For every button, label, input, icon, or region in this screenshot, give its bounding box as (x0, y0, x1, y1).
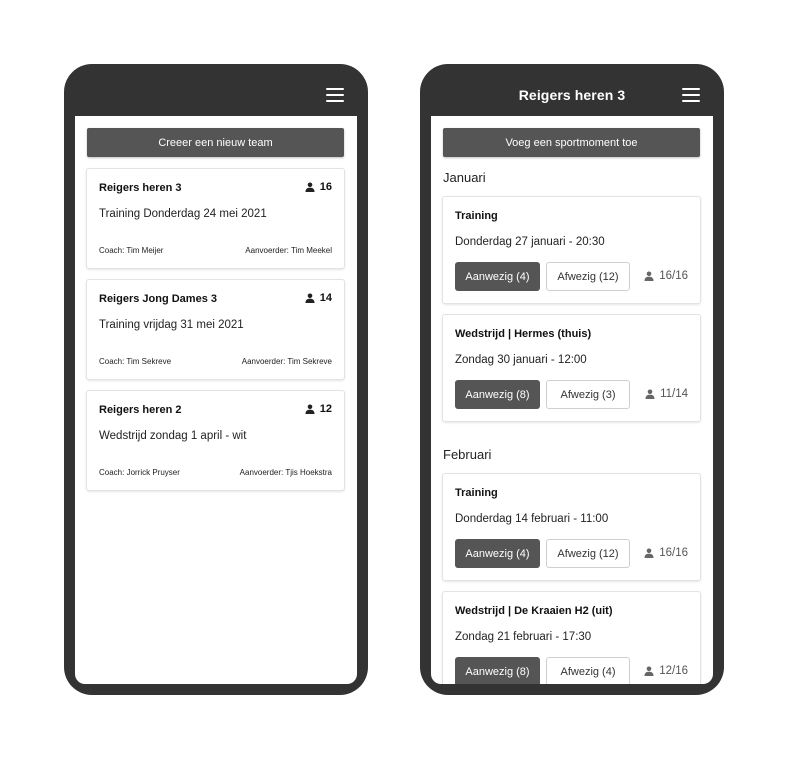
hamburger-menu-icon[interactable] (682, 88, 700, 102)
present-button[interactable]: Aanwezig (4) (455, 539, 540, 568)
create-team-button[interactable]: Creeer een nieuw team (87, 128, 344, 157)
team-name: Reigers heren 3 (99, 182, 182, 194)
attendance-value: 16/16 (659, 270, 688, 282)
event-card[interactable]: Wedstrijd | Hermes (thuis) Zondag 30 jan… (443, 315, 700, 421)
member-count-value: 12 (319, 403, 332, 415)
page-title: Reigers heren 3 (518, 87, 626, 103)
attendance-count: 12/16 (644, 665, 688, 677)
captain-label: Aanvoerder: Tjis Hoekstra (239, 468, 332, 477)
attendance-count: 16/16 (644, 270, 688, 282)
person-icon (645, 389, 655, 399)
phone-frame-right: Reigers heren 3 Voeg een sportmoment toe… (420, 64, 724, 695)
absent-button[interactable]: Afwezig (12) (546, 539, 630, 568)
event-card[interactable]: Training Donderdag 27 januari - 20:30 Aa… (443, 197, 700, 303)
next-event: Wedstrijd zondag 1 april - wit (99, 430, 247, 442)
next-event: Training vrijdag 31 mei 2021 (99, 319, 244, 331)
member-count: 14 (305, 292, 332, 304)
attendance-count: 16/16 (644, 547, 688, 559)
event-date: Zondag 21 februari - 17:30 (455, 631, 592, 643)
member-count: 12 (305, 403, 332, 415)
member-count: 16 (305, 181, 332, 193)
team-card[interactable]: Reigers Jong Dames 3 14 Training vrijdag… (87, 280, 344, 379)
member-count-value: 16 (319, 181, 332, 193)
app-header: Reigers heren 3 (420, 64, 724, 116)
coach-label: Coach: Tim Meijer (99, 246, 164, 255)
event-title: Training (455, 210, 498, 222)
event-date: Donderdag 27 januari - 20:30 (455, 236, 605, 248)
team-card[interactable]: Reigers heren 3 16 Training Donderdag 24… (87, 169, 344, 268)
attendance-value: 11/14 (660, 388, 688, 400)
person-icon (644, 548, 654, 558)
event-card[interactable]: Wedstrijd | De Kraaien H2 (uit) Zondag 2… (443, 592, 700, 684)
month-heading: Januari (443, 170, 486, 185)
team-name: Reigers heren 2 (99, 404, 182, 416)
present-button[interactable]: Aanwezig (8) (455, 657, 540, 684)
team-card[interactable]: Reigers heren 2 12 Wedstrijd zondag 1 ap… (87, 391, 344, 490)
attendance-value: 16/16 (659, 547, 688, 559)
team-schedule-screen: Voeg een sportmoment toe Januari Trainin… (431, 116, 713, 684)
captain-label: Aanvoerder: Tim Meekel (245, 246, 332, 255)
team-name: Reigers Jong Dames 3 (99, 293, 217, 305)
person-icon (305, 404, 315, 414)
event-title: Training (455, 487, 498, 499)
coach-label: Coach: Tim Sekreve (99, 357, 172, 366)
absent-button[interactable]: Afwezig (12) (546, 262, 630, 291)
event-card[interactable]: Training Donderdag 14 februari - 11:00 A… (443, 474, 700, 580)
coach-label: Coach: Jorrick Pruyser (99, 468, 180, 477)
app-header (64, 64, 368, 116)
attendance-value: 12/16 (659, 665, 688, 677)
hamburger-menu-icon[interactable] (326, 88, 344, 102)
event-date: Donderdag 14 februari - 11:00 (455, 513, 609, 525)
person-icon (644, 271, 654, 281)
phone-frame-left: Creeer een nieuw team Reigers heren 3 16… (64, 64, 368, 695)
next-event: Training Donderdag 24 mei 2021 (99, 208, 267, 220)
month-heading: Februari (443, 447, 492, 462)
event-date: Zondag 30 januari - 12:00 (455, 354, 587, 366)
absent-button[interactable]: Afwezig (3) (546, 380, 630, 409)
absent-button[interactable]: Afwezig (4) (546, 657, 630, 684)
present-button[interactable]: Aanwezig (4) (455, 262, 540, 291)
captain-label: Aanvoerder: Tim Sekreve (241, 357, 332, 366)
add-sport-moment-button[interactable]: Voeg een sportmoment toe (443, 128, 700, 157)
member-count-value: 14 (319, 292, 332, 304)
present-button[interactable]: Aanwezig (8) (455, 380, 540, 409)
person-icon (305, 293, 315, 303)
event-title: Wedstrijd | Hermes (thuis) (455, 328, 592, 340)
person-icon (644, 666, 654, 676)
event-title: Wedstrijd | De Kraaien H2 (uit) (455, 605, 613, 617)
person-icon (305, 182, 315, 192)
attendance-count: 11/14 (645, 388, 688, 400)
team-list-screen: Creeer een nieuw team Reigers heren 3 16… (75, 116, 357, 684)
